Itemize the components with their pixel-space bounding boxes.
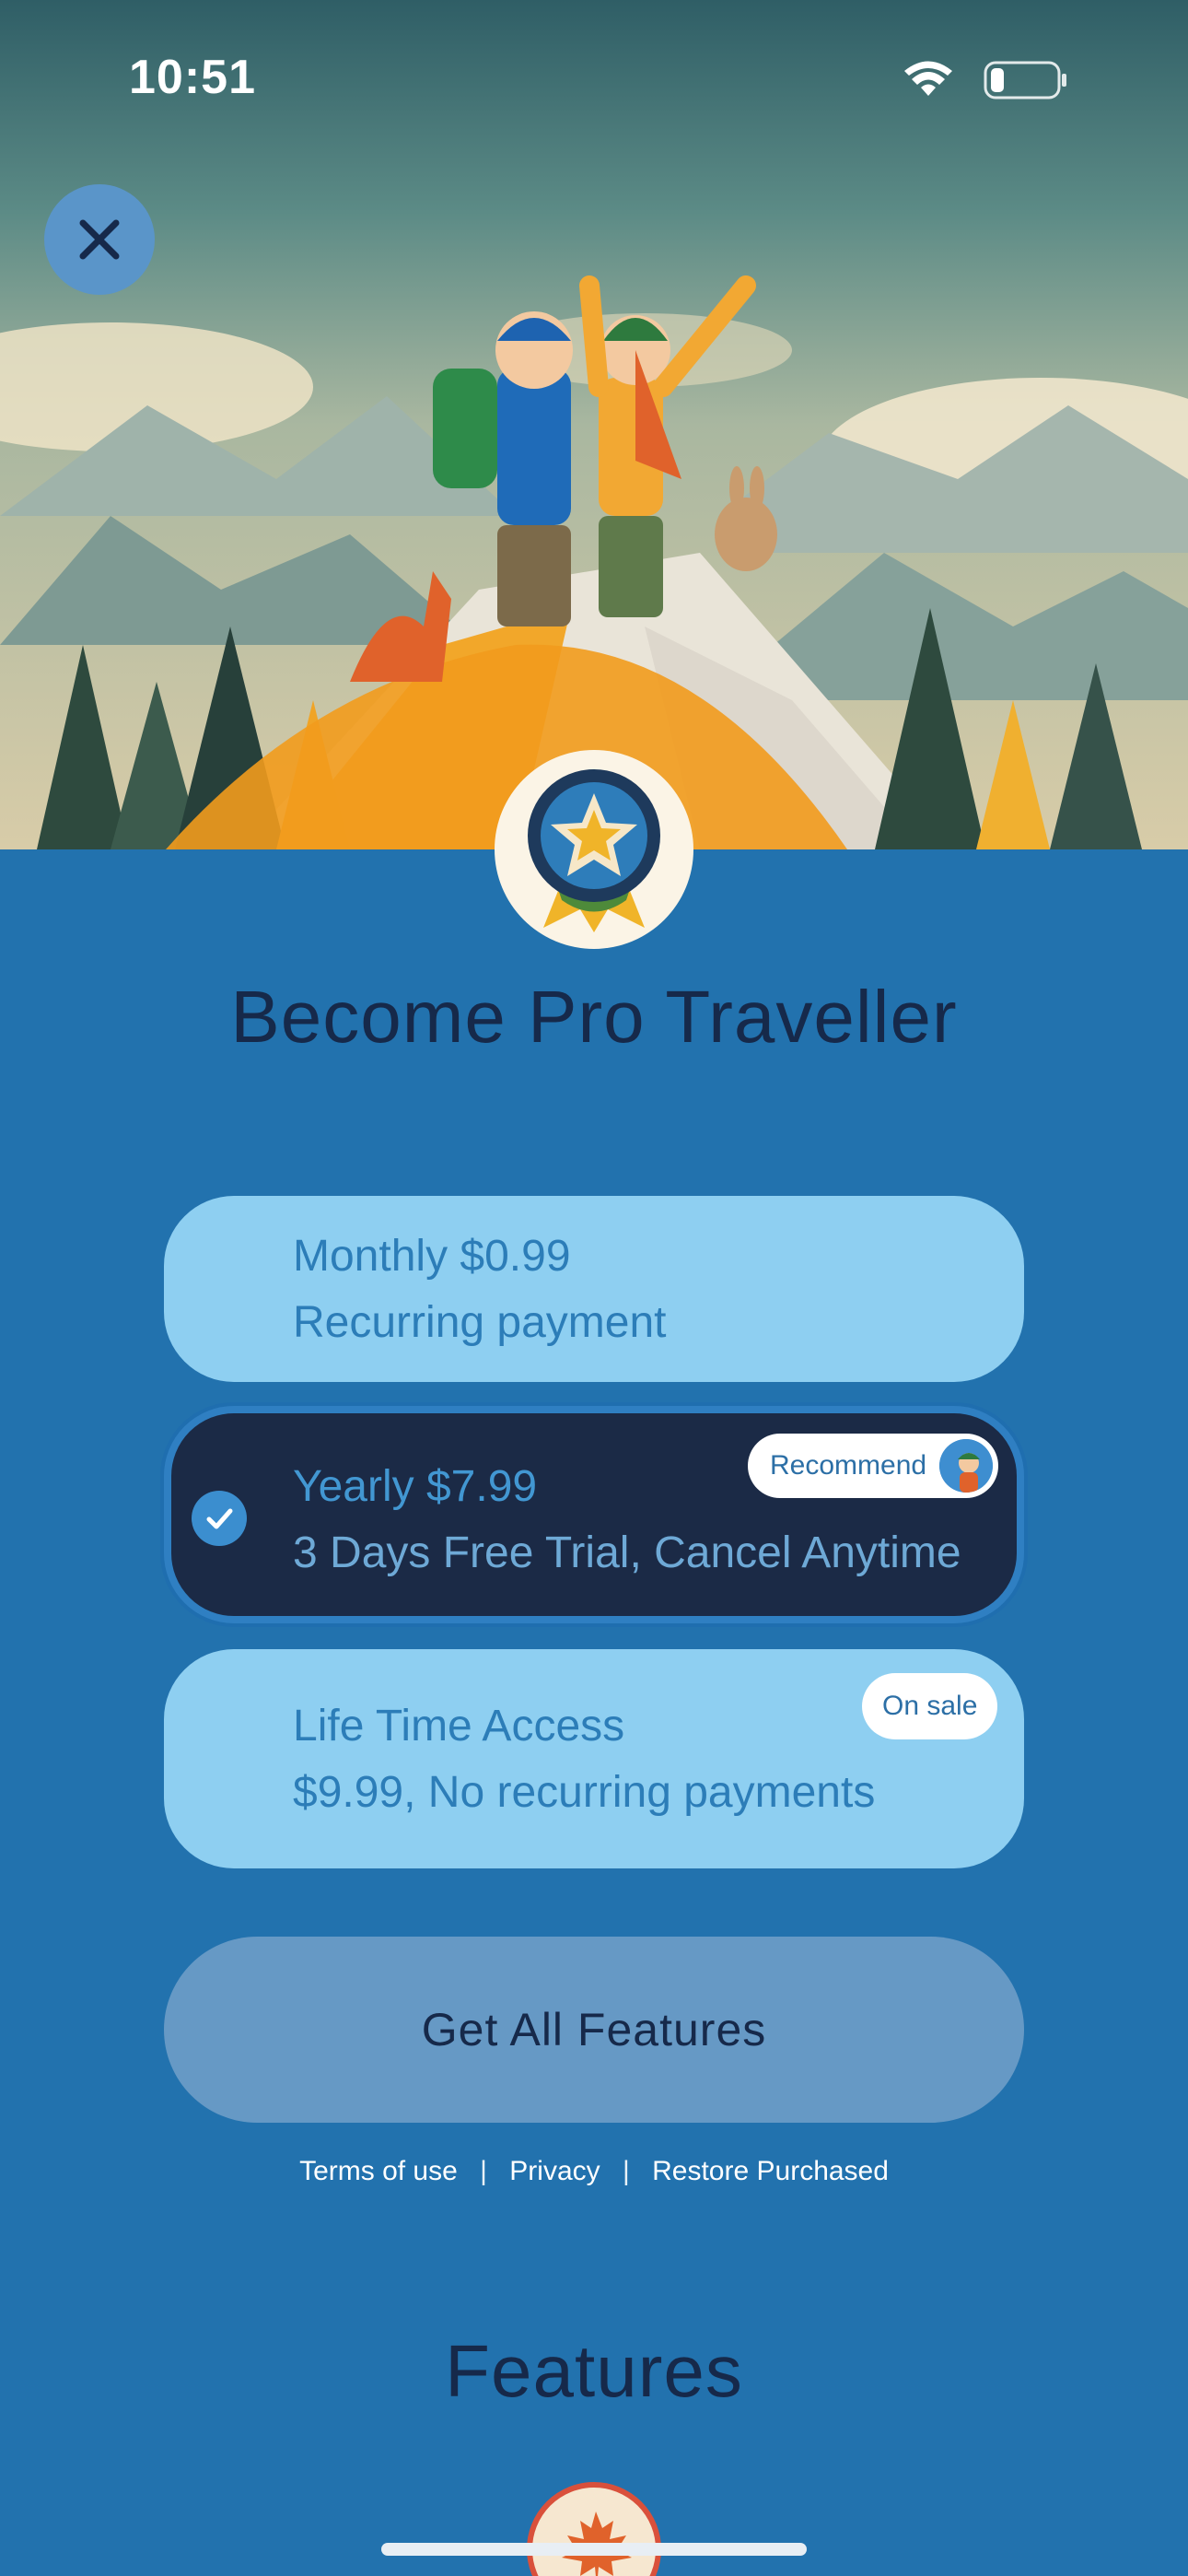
hero-illustration [0, 0, 1188, 849]
close-button[interactable] [44, 184, 155, 295]
selected-check [192, 1491, 247, 1546]
recommend-badge: Recommend [748, 1434, 999, 1498]
plan-description: $9.99, No recurring payments [293, 1768, 876, 1817]
on-sale-badge: On sale [862, 1673, 998, 1739]
mountain-scene-image [0, 0, 1188, 849]
pro-badge [495, 750, 693, 949]
battery-icon [984, 61, 1066, 100]
paywall-screen: 10:51 Become Pro Traveller Monthly $0.99 [0, 0, 1188, 2576]
recommend-label: Recommend [770, 1450, 927, 1481]
link-separator: | [622, 2156, 630, 2186]
link-separator: | [480, 2156, 487, 2186]
legal-links: Terms of use | Privacy | Restore Purchas… [0, 2156, 1188, 2187]
wifi-icon [904, 61, 952, 96]
home-indicator [381, 2543, 807, 2556]
plan-description: 3 Days Free Trial, Cancel Anytime [293, 1528, 961, 1577]
status-time: 10:51 [129, 51, 256, 104]
check-icon [206, 1508, 233, 1529]
page-title: Become Pro Traveller [230, 976, 958, 1058]
privacy-link[interactable]: Privacy [509, 2156, 600, 2187]
plan-description: Recurring payment [293, 1298, 667, 1347]
close-icon [79, 219, 120, 260]
features-title: Features [445, 2330, 743, 2412]
plan-option-yearly[interactable]: Yearly $7.99 3 Days Free Trial, Cancel A… [164, 1406, 1024, 1623]
feature-icon [527, 2482, 661, 2576]
restore-purchased-link[interactable]: Restore Purchased [652, 2156, 889, 2187]
traveller-avatar [939, 1439, 994, 1493]
pro-badge-icon [528, 769, 660, 932]
plan-title: Monthly $0.99 [293, 1232, 571, 1281]
plan-option-monthly[interactable]: Monthly $0.99 Recurring payment [164, 1196, 1024, 1382]
terms-link[interactable]: Terms of use [299, 2156, 458, 2187]
plan-option-lifetime[interactable]: Life Time Access $9.99, No recurring pay… [164, 1649, 1024, 1868]
get-all-features-button[interactable]: Get All Features [164, 1937, 1024, 2123]
maple-leaf-icon [562, 2512, 632, 2576]
plan-title: Life Time Access [293, 1702, 625, 1751]
plan-title: Yearly $7.99 [293, 1462, 538, 1511]
